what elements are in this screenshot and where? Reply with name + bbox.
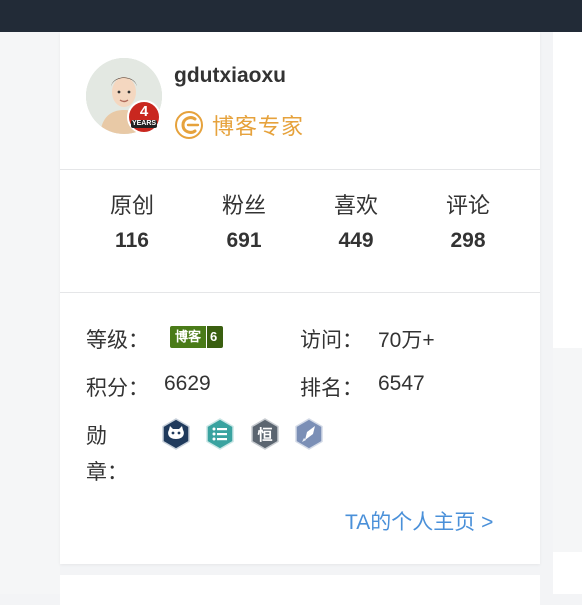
level-label: 等级： [86, 329, 149, 352]
github-cat-icon[interactable] [160, 418, 192, 450]
list-icon[interactable] [204, 418, 236, 450]
expert-label: 博客专家 [212, 114, 305, 139]
stats-row: 原创 116 粉丝 691 喜欢 449 评论 298 [60, 192, 540, 256]
right-panel [553, 108, 582, 348]
divider [60, 292, 540, 293]
level-badge-number: 6 [206, 326, 224, 348]
author-card: 4 YEARS gdutxiaoxu 博客专家 原创 116 粉丝 691 喜欢… [60, 32, 540, 564]
points-label: 积分： [86, 377, 149, 400]
divider [60, 169, 540, 170]
expert-tag: 博客专家 [174, 110, 304, 140]
constant-heng-icon[interactable]: 恒 [249, 418, 281, 450]
rank-value: 6547 [378, 372, 425, 395]
stat-label: 原创 [109, 193, 154, 218]
username[interactable]: gdutxiaoxu [174, 64, 286, 88]
right-panel [553, 32, 582, 109]
points-value: 6629 [164, 372, 211, 395]
medals-label: 勋 [86, 425, 107, 448]
rank-label: 排名： [300, 377, 363, 400]
stat-likes[interactable]: 喜欢 449 [300, 192, 412, 256]
stat-comments[interactable]: 评论 298 [412, 192, 524, 256]
profile-link[interactable]: TA的个人主页 > [345, 506, 493, 536]
stat-value: 691 [226, 229, 262, 252]
level-badge-text: 博客 [170, 326, 207, 348]
medals-label: 章： [86, 461, 128, 484]
visits-label: 访问： [300, 329, 363, 352]
years-number: 4 [139, 103, 149, 120]
stat-value: 116 [115, 229, 149, 252]
visits-value: 70万+ [378, 329, 435, 352]
left-background [0, 32, 60, 594]
medal-text: 恒 [257, 426, 272, 444]
top-nav-bar [0, 0, 582, 32]
stat-original[interactable]: 原创 116 [76, 192, 188, 256]
stat-fans[interactable]: 粉丝 691 [188, 192, 300, 256]
stat-label: 粉丝 [221, 193, 266, 218]
right-panel [553, 348, 582, 552]
stat-value: 298 [450, 229, 486, 252]
stat-value: 449 [338, 229, 374, 252]
stat-label: 喜欢 [333, 193, 378, 218]
rocket-icon[interactable] [293, 418, 325, 450]
years-badge: 4 YEARS [127, 100, 161, 134]
level-badge[interactable]: 博客 6 [170, 326, 224, 348]
stat-label: 评论 [445, 193, 490, 218]
years-label: YEARS [131, 120, 157, 128]
right-panel [553, 552, 582, 594]
csdn-expert-icon [175, 111, 203, 139]
next-card [60, 575, 540, 605]
